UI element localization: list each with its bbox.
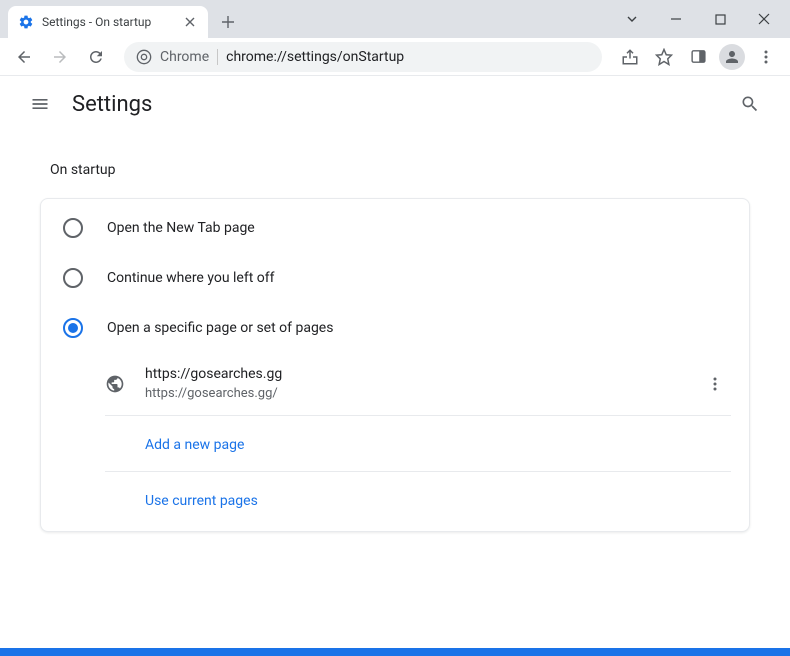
address-bar[interactable]: Chrome chrome://settings/onStartup <box>124 42 602 72</box>
close-button[interactable] <box>742 4 786 34</box>
globe-icon <box>105 374 125 394</box>
avatar-icon <box>719 44 745 70</box>
radio-option-new-tab[interactable]: Open the New Tab page <box>41 203 749 253</box>
chrome-icon <box>136 49 152 65</box>
window-titlebar: Settings - On startup <box>0 0 790 38</box>
url-text: chrome://settings/onStartup <box>226 49 590 65</box>
forward-button[interactable] <box>44 41 76 73</box>
use-current-link[interactable]: Use current pages <box>145 493 258 509</box>
radio-label: Open a specific page or set of pages <box>107 320 333 336</box>
radio-icon <box>63 318 83 338</box>
startup-card: Open the New Tab page Continue where you… <box>40 198 750 532</box>
page-url: https://gosearches.gg/ <box>145 385 679 403</box>
reload-button[interactable] <box>80 41 112 73</box>
tab-title: Settings - On startup <box>42 15 174 29</box>
menu-icon[interactable] <box>750 41 782 73</box>
page-more-button[interactable] <box>699 368 731 400</box>
minimize-button[interactable] <box>654 4 698 34</box>
add-page-row[interactable]: Add a new page <box>105 416 731 472</box>
gear-icon <box>18 14 34 30</box>
close-icon[interactable] <box>182 14 198 30</box>
side-panel-icon[interactable] <box>682 41 714 73</box>
radio-option-continue[interactable]: Continue where you left off <box>41 253 749 303</box>
back-button[interactable] <box>8 41 40 73</box>
share-icon[interactable] <box>614 41 646 73</box>
add-page-link[interactable]: Add a new page <box>145 437 244 453</box>
tab-strip: Settings - On startup <box>0 0 610 38</box>
new-tab-button[interactable] <box>214 8 242 36</box>
url-scheme-label: Chrome <box>160 49 209 65</box>
page-title: Settings <box>72 92 730 117</box>
section-title: On startup <box>50 162 750 178</box>
window-controls <box>610 0 790 38</box>
profile-avatar[interactable] <box>716 41 748 73</box>
chevron-down-icon[interactable] <box>610 4 654 34</box>
toolbar-actions <box>614 41 782 73</box>
radio-label: Open the New Tab page <box>107 220 255 236</box>
browser-toolbar: Chrome chrome://settings/onStartup <box>0 38 790 76</box>
search-button[interactable] <box>730 84 770 124</box>
bottom-accent-bar <box>0 648 790 656</box>
radio-icon <box>63 218 83 238</box>
use-current-row[interactable]: Use current pages <box>105 472 731 527</box>
radio-label: Continue where you left off <box>107 270 275 286</box>
divider <box>217 49 218 65</box>
hamburger-menu-button[interactable] <box>20 84 60 124</box>
maximize-button[interactable] <box>698 4 742 34</box>
startup-pages-section: https://gosearches.gg https://gosearches… <box>105 353 731 527</box>
page-name: https://gosearches.gg <box>145 365 679 385</box>
settings-content: On startup Open the New Tab page Continu… <box>0 132 790 552</box>
radio-icon <box>63 268 83 288</box>
browser-tab[interactable]: Settings - On startup <box>8 6 208 38</box>
page-text: https://gosearches.gg https://gosearches… <box>145 365 679 403</box>
bookmark-icon[interactable] <box>648 41 680 73</box>
radio-option-specific-pages[interactable]: Open a specific page or set of pages <box>41 303 749 353</box>
startup-page-row: https://gosearches.gg https://gosearches… <box>105 353 731 416</box>
settings-header: Settings <box>0 76 790 132</box>
